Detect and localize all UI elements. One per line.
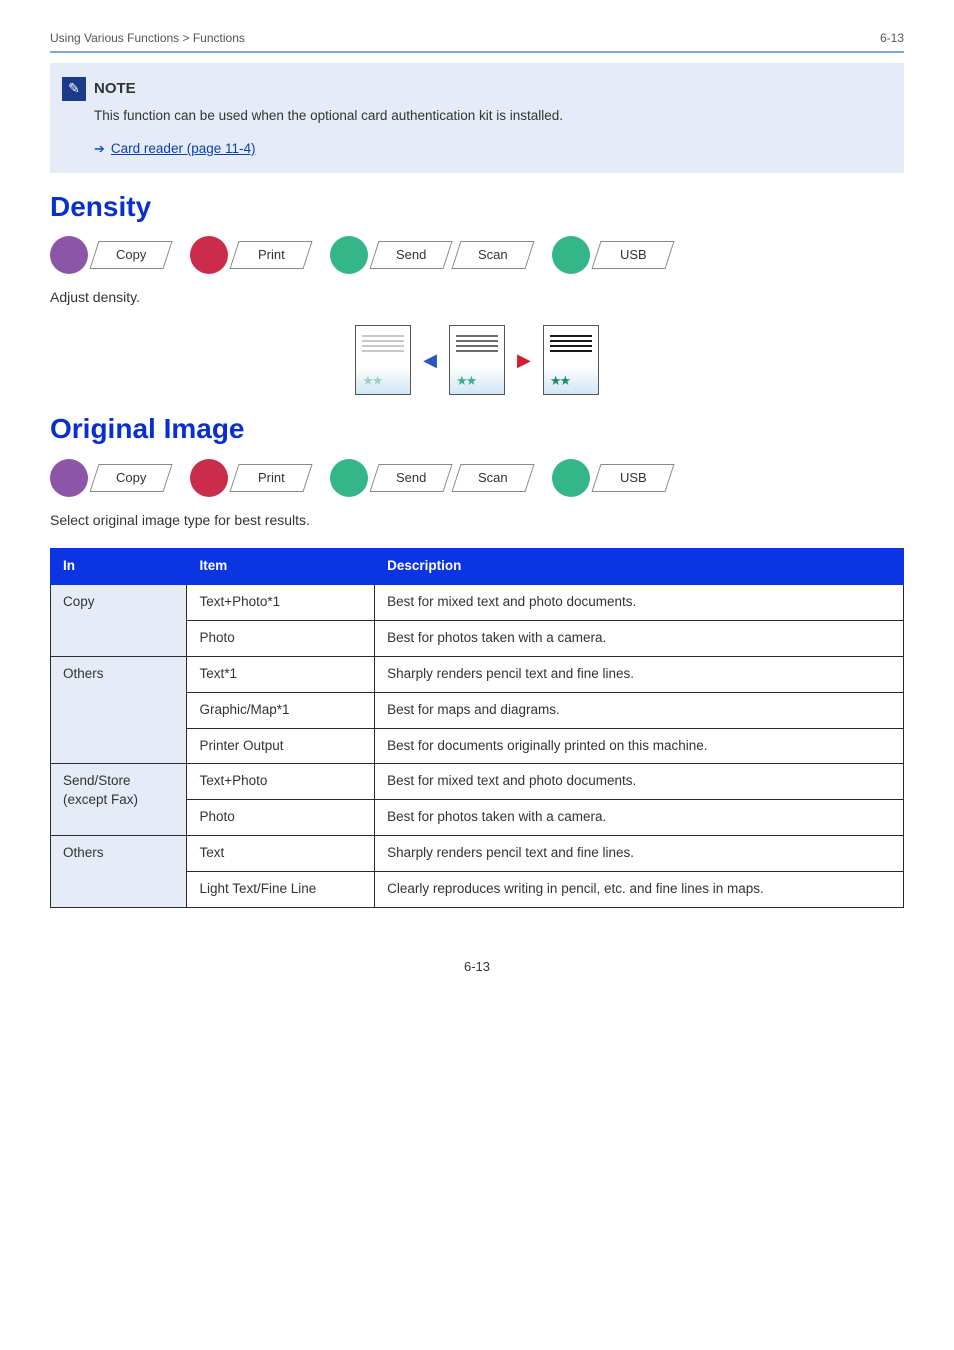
- tab-usb: USB: [591, 241, 674, 269]
- cell-item: Graphic/Map*1: [187, 692, 375, 728]
- original-heading: Original Image: [50, 409, 904, 448]
- breadcrumb-text: Using Various Functions > Functions: [50, 30, 245, 47]
- cell-item: Photo: [187, 800, 375, 836]
- table-row: OthersTextSharply renders pencil text an…: [51, 836, 904, 872]
- cell-desc: Best for documents originally printed on…: [375, 728, 904, 764]
- table-row: OthersText*1Sharply renders pencil text …: [51, 656, 904, 692]
- cell-desc: Sharply renders pencil text and fine lin…: [375, 656, 904, 692]
- breadcrumb: Using Various Functions > Functions 6-13: [50, 30, 904, 53]
- cell-item: Photo: [187, 620, 375, 656]
- tab-send2: Send: [369, 464, 452, 492]
- original-desc: Select original image type for best resu…: [50, 511, 904, 531]
- note-body: This function can be used when the optio…: [94, 107, 886, 126]
- th-desc: Description: [375, 549, 904, 585]
- tab-print2-label: Print: [258, 468, 285, 486]
- page-number-bottom: 6-13: [50, 958, 904, 976]
- cell-cat: Others: [51, 656, 187, 764]
- note-icon: ✎: [62, 77, 86, 101]
- tab-print-label: Print: [258, 246, 285, 264]
- density-tabs: Copy Print Send Scan USB: [50, 236, 904, 274]
- cell-item: Text: [187, 836, 375, 872]
- cell-cat: Send/Store (except Fax): [51, 764, 187, 836]
- cell-item: Text*1: [187, 656, 375, 692]
- doc-light-icon: ★★: [355, 325, 411, 395]
- tab-scan: Scan: [451, 241, 534, 269]
- cell-desc: Best for photos taken with a camera.: [375, 620, 904, 656]
- density-heading: Density: [50, 187, 904, 226]
- dot-print-icon: [190, 236, 228, 274]
- table-row: CopyText+Photo*1Best for mixed text and …: [51, 585, 904, 621]
- cell-cat: Others: [51, 836, 187, 908]
- cell-desc: Clearly reproduces writing in pencil, et…: [375, 872, 904, 908]
- tab-scan-label: Scan: [478, 246, 508, 264]
- dot-print2-icon: [190, 459, 228, 497]
- dot-send2-icon: [330, 459, 368, 497]
- triangle-left-icon: ◀: [423, 348, 437, 373]
- tab-copy-label: Copy: [116, 246, 146, 264]
- cell-item: Text+Photo*1: [187, 585, 375, 621]
- dot-usb-icon: [552, 236, 590, 274]
- cell-item: Light Text/Fine Line: [187, 872, 375, 908]
- dot-copy2-icon: [50, 459, 88, 497]
- triangle-right-icon: ▶: [517, 348, 531, 373]
- note-link[interactable]: Card reader (page 11-4): [111, 140, 256, 159]
- dot-send-icon: [330, 236, 368, 274]
- cell-item: Text+Photo: [187, 764, 375, 800]
- tab-copy2-label: Copy: [116, 468, 146, 486]
- th-item: Item: [187, 549, 375, 585]
- doc-mid-icon: ★★: [449, 325, 505, 395]
- tab-usb2-label: USB: [620, 468, 647, 486]
- table-row: Send/Store (except Fax)Text+PhotoBest fo…: [51, 764, 904, 800]
- tab-print: Print: [229, 241, 312, 269]
- th-in: In: [51, 549, 187, 585]
- cell-desc: Best for mixed text and photo documents.: [375, 764, 904, 800]
- cell-item: Printer Output: [187, 728, 375, 764]
- density-diagram: ★★ ◀ ★★ ▶ ★★: [50, 325, 904, 395]
- cell-desc: Best for mixed text and photo documents.: [375, 585, 904, 621]
- arrow-icon: ➔: [94, 140, 105, 158]
- density-desc: Adjust density.: [50, 288, 904, 308]
- tab-usb2: USB: [591, 464, 674, 492]
- cell-desc: Sharply renders pencil text and fine lin…: [375, 836, 904, 872]
- tab-copy: Copy: [89, 241, 172, 269]
- page-number-top: 6-13: [880, 30, 904, 47]
- cell-desc: Best for maps and diagrams.: [375, 692, 904, 728]
- dot-usb2-icon: [552, 459, 590, 497]
- tab-send-label: Send: [396, 246, 426, 264]
- tab-send2-label: Send: [396, 468, 426, 486]
- tab-print2: Print: [229, 464, 312, 492]
- original-tabs: Copy Print Send Scan USB: [50, 459, 904, 497]
- note-box: ✎ NOTE This function can be used when th…: [50, 63, 904, 173]
- dot-copy-icon: [50, 236, 88, 274]
- tab-scan2: Scan: [451, 464, 534, 492]
- tab-send: Send: [369, 241, 452, 269]
- tab-usb-label: USB: [620, 246, 647, 264]
- note-title: NOTE: [94, 78, 136, 99]
- doc-dark-icon: ★★: [543, 325, 599, 395]
- options-table: In Item Description CopyText+Photo*1Best…: [50, 548, 904, 908]
- cell-cat: Copy: [51, 585, 187, 657]
- tab-scan2-label: Scan: [478, 468, 508, 486]
- tab-copy2: Copy: [89, 464, 172, 492]
- cell-desc: Best for photos taken with a camera.: [375, 800, 904, 836]
